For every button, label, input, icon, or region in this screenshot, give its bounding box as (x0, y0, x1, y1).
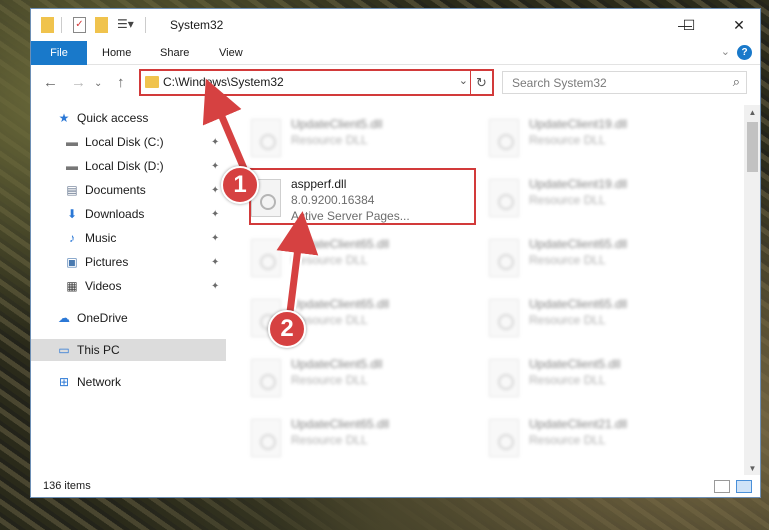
step-2-badge: 2 (268, 310, 306, 348)
annotation-arrows (202, 78, 319, 318)
step-1-badge: 1 (221, 166, 259, 204)
arrow-2 (276, 211, 319, 313)
